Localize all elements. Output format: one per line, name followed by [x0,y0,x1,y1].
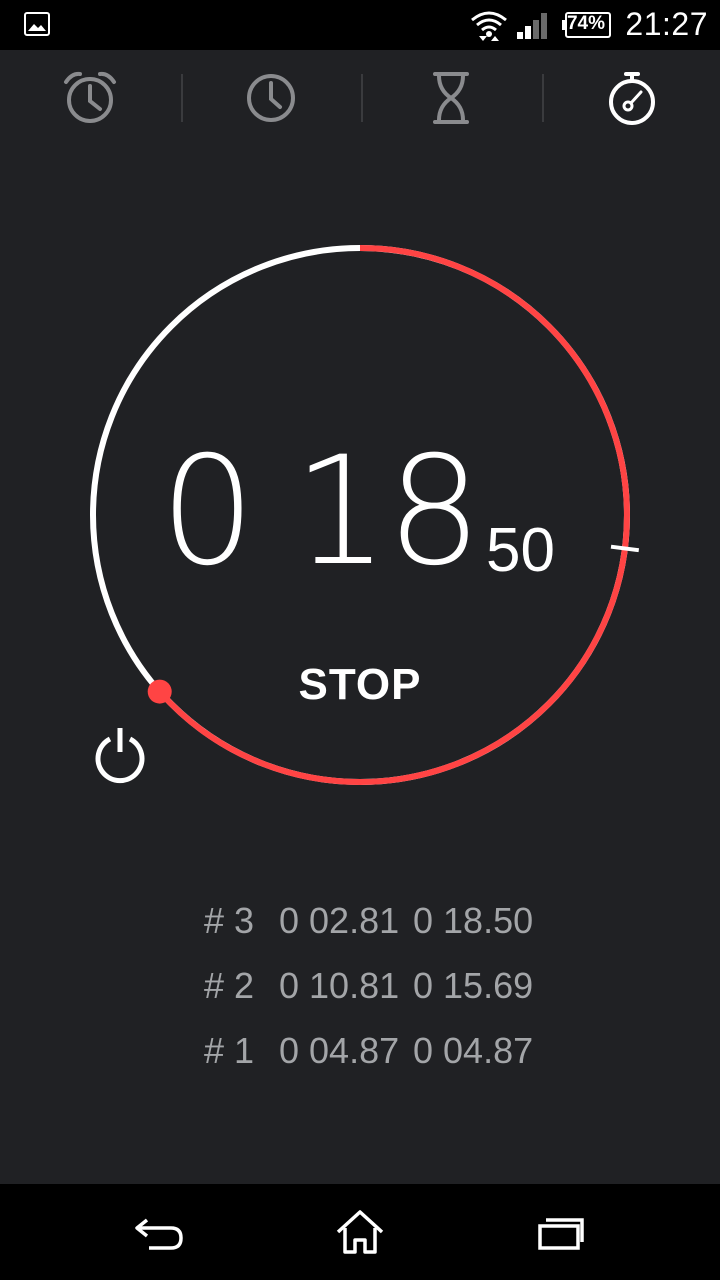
reset-button[interactable] [88,722,152,786]
back-button[interactable] [113,1200,209,1264]
time-spacer [253,432,293,592]
elapsed-seconds: 18 [293,425,482,599]
tab-timer[interactable] [361,50,541,146]
navigation-bar [0,1184,720,1280]
battery-percent: 74% [566,13,606,34]
elapsed-hundredths: 50 [486,516,555,585]
cell-signal-icon [517,13,547,39]
back-icon [135,1218,183,1250]
gallery-notification-icon [24,12,50,36]
tab-clock[interactable] [181,50,361,146]
stopwatch-icon [609,72,655,125]
home-button[interactable] [312,1200,408,1264]
lap-time: 0 10.81 [279,965,400,1006]
hourglass-icon [433,72,469,124]
lap-time: 0 04.87 [279,1030,400,1071]
stop-button[interactable]: STOP [270,650,450,720]
reset-icon [95,728,145,784]
lap-total-time: 0 18.50 [413,900,534,941]
lap-number: # 2 [204,965,255,1006]
wifi-icon [471,11,507,41]
clock-icon [247,74,295,122]
lap-row: # 2 0 10.81 0 15.69 [0,955,720,1015]
tab-bar [0,50,720,146]
tab-alarm[interactable] [0,50,180,146]
dial-progress-dot [147,679,172,704]
lap-total-time: 0 04.87 [413,1030,534,1071]
lap-number: # 1 [204,1030,255,1071]
recent-apps-icon [538,1218,584,1250]
lap-row: # 1 0 04.87 0 04.87 [0,1020,720,1080]
battery-icon: 74% [562,11,611,38]
tab-stopwatch[interactable] [542,50,720,146]
elapsed-minutes: 0 [160,425,255,599]
lap-total-time: 0 15.69 [413,965,534,1006]
lap-time: 0 02.81 [279,900,400,941]
lap-row: # 3 0 02.81 0 18.50 [0,890,720,950]
home-icon [336,1210,384,1254]
elapsed-time: 0 18 [160,425,482,599]
alarm-clock-icon [64,71,116,123]
lap-number: # 3 [204,900,255,941]
recent-apps-button[interactable] [512,1200,608,1264]
status-bar: 74% 21:27 [0,0,720,50]
lap-marker [610,544,640,553]
status-time: 21:27 [625,6,708,42]
